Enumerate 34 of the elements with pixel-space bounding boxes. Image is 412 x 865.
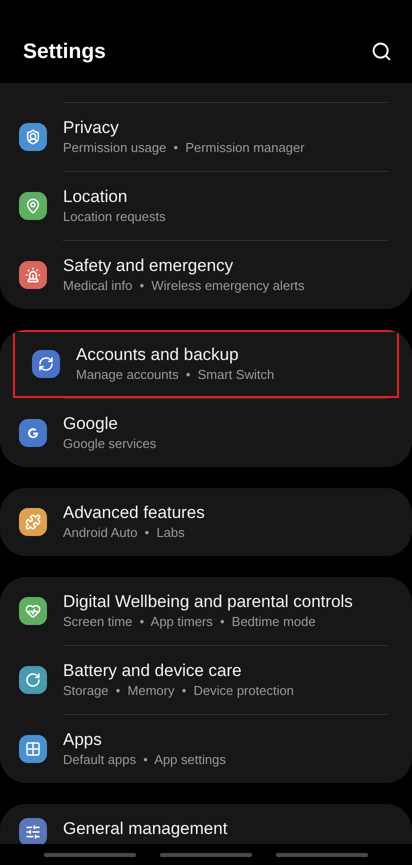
page-title: Settings xyxy=(23,38,106,65)
settings-item[interactable]: Safety and emergency Medical info • Wireless emergency alerts xyxy=(0,241,412,309)
item-title: Accounts and backup xyxy=(76,344,240,366)
settings-item[interactable]: Privacy Permission usage • Permission manager xyxy=(0,103,412,171)
settings-item[interactable]: Accounts and backup Manage accounts • Smart Switch xyxy=(13,330,399,398)
item-subtitle: Screen time • App timers • Bedtime mode xyxy=(63,613,317,631)
item-title: Apps xyxy=(63,729,103,751)
item-subtitle: Default apps • App settings xyxy=(63,751,226,769)
search-icon[interactable] xyxy=(371,41,392,62)
item-title: Privacy xyxy=(63,117,120,139)
item-subtitle: Android Auto • Labs xyxy=(63,524,186,542)
settings-item[interactable]: General management xyxy=(0,804,412,844)
item-title: Safety and emergency xyxy=(63,255,234,277)
item-title: Battery and device care xyxy=(63,660,243,682)
item-subtitle: Location requests xyxy=(63,208,166,226)
item-title: Advanced features xyxy=(63,502,205,524)
nav-pill[interactable] xyxy=(44,852,136,856)
settings-item[interactable]: Advanced features Android Auto • Labs xyxy=(0,488,412,556)
item-title: Google xyxy=(63,413,119,435)
settings-item[interactable]: Google Google services xyxy=(0,399,412,467)
item-subtitle: Permission usage • Permission manager xyxy=(63,139,305,157)
item-subtitle: Manage accounts • Smart Switch xyxy=(76,366,274,384)
settings-item[interactable]: Location Location requests xyxy=(0,172,412,240)
item-title: Digital Wellbeing and parental controls xyxy=(63,591,353,613)
item-subtitle: Medical info • Wireless emergency alerts xyxy=(63,277,305,295)
settings-item[interactable]: Digital Wellbeing and parental controls Screen time • App timers • Bedtime mode xyxy=(0,577,412,645)
settings-item[interactable]: Battery and device care Storage • Memory • Device protection xyxy=(0,646,412,714)
nav-pill[interactable] xyxy=(160,852,252,856)
item-subtitle: Storage • Memory • Device protection xyxy=(63,682,294,700)
item-title: General management xyxy=(63,818,228,840)
settings-item[interactable]: Apps Default apps • App settings xyxy=(0,715,412,783)
item-subtitle: Google services xyxy=(63,435,156,453)
nav-pill[interactable] xyxy=(276,852,368,856)
item-title: Location xyxy=(63,186,128,208)
